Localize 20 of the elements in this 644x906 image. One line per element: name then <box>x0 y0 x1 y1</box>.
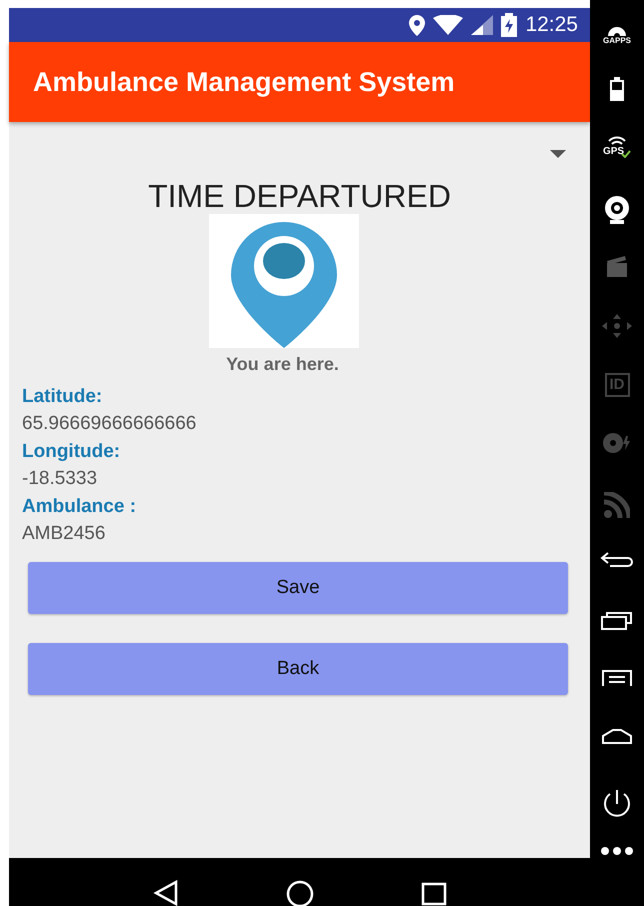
field-label: Latitude: <box>22 385 104 409</box>
field-label: Ambulance : <box>22 495 138 519</box>
battery-charging-icon <box>501 13 518 37</box>
clock: 12:25 <box>525 13 578 37</box>
signal-icon <box>471 15 494 35</box>
picture-caption: You are here. <box>226 354 339 375</box>
save-button[interactable]: Save <box>28 562 568 614</box>
recents-icon[interactable] <box>420 880 446 906</box>
field-value: -18.5333 <box>22 467 98 491</box>
field-value: 65.96669666666666 <box>22 412 198 436</box>
location-icon <box>409 14 426 36</box>
screen-heading: TIME DEPARTURED <box>147 178 452 214</box>
back-icon[interactable] <box>152 880 178 906</box>
field-value: AMB2456 <box>22 522 106 546</box>
home-icon[interactable] <box>286 880 314 906</box>
back-button[interactable]: Back <box>28 643 568 695</box>
field-label: Longitude: <box>22 440 122 464</box>
wifi-icon <box>433 15 464 35</box>
app-title: Ambulance Management System <box>33 66 455 98</box>
dropdown-caret-icon[interactable] <box>550 150 566 158</box>
